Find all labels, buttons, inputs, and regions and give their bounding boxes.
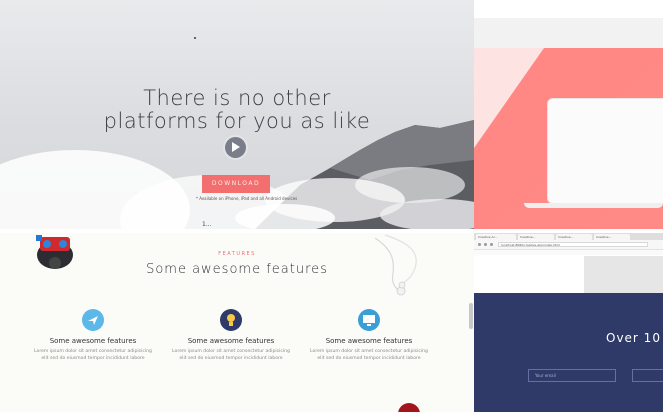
stats-heading: Over 10 bbox=[606, 331, 661, 345]
plane-icon bbox=[82, 309, 104, 331]
email-input[interactable]: Your email bbox=[528, 369, 616, 382]
hero-title-line-2: platforms for you as like bbox=[103, 109, 371, 133]
page-placeholder-block bbox=[584, 256, 663, 293]
feature-card: Some awesome features Lorem ipsum dolor … bbox=[28, 309, 158, 362]
browser-tab-bar: Creative Ar... Creative... Creative... C… bbox=[474, 233, 663, 240]
feature-title: Some awesome features bbox=[187, 337, 275, 345]
feature-title: Some awesome features bbox=[325, 337, 413, 345]
features-title: Some awesome features bbox=[146, 262, 328, 277]
decor-dot bbox=[194, 37, 196, 39]
play-icon bbox=[232, 142, 240, 152]
laptop-preview-panel bbox=[474, 0, 663, 229]
subscribe-button[interactable] bbox=[632, 369, 663, 382]
browser-preview-panel: Creative Ar... Creative... Creative... C… bbox=[474, 233, 663, 412]
scrollbar-thumb[interactable] bbox=[469, 303, 473, 329]
decor-product-image bbox=[398, 403, 420, 412]
feature-card: Some awesome features Lorem ipsum dolor … bbox=[166, 309, 296, 362]
laptop-screen bbox=[547, 98, 663, 204]
bulb-icon bbox=[220, 309, 242, 331]
feature-description: Lorem ipsum dolor sit amet consectetur a… bbox=[310, 349, 428, 361]
subscribe-section: Over 10 Your email bbox=[474, 293, 663, 412]
feature-title: Some awesome features bbox=[49, 337, 137, 345]
features-section: FEATURES Some awesome features Some awes… bbox=[0, 233, 474, 412]
hero-small-text: 1... bbox=[202, 221, 212, 228]
features-kicker: FEATURES bbox=[218, 251, 256, 257]
feature-description: Lorem ipsum dolor sit amet consectetur a… bbox=[172, 349, 290, 361]
play-video-button[interactable] bbox=[225, 137, 246, 158]
header-strip bbox=[474, 18, 663, 48]
coral-diagonal bbox=[474, 48, 544, 148]
back-icon[interactable] bbox=[478, 243, 481, 246]
address-bar[interactable]: localhost:8080/creative-app/index.html bbox=[498, 242, 648, 247]
laptop-base bbox=[524, 203, 663, 208]
bookmarks-bar bbox=[474, 250, 663, 255]
monitor-icon bbox=[358, 309, 380, 331]
reload-icon[interactable] bbox=[490, 243, 493, 246]
forward-icon[interactable] bbox=[484, 243, 487, 246]
feature-card: Some awesome features Lorem ipsum dolor … bbox=[304, 309, 434, 362]
browser-toolbar: localhost:8080/creative-app/index.html bbox=[474, 240, 663, 250]
availability-note: * Available on iPhone, iPad and all Andr… bbox=[196, 196, 298, 201]
feature-description: Lorem ipsum dolor sit amet consectetur a… bbox=[34, 349, 152, 361]
download-button[interactable]: DOWNLOAD bbox=[202, 175, 270, 193]
hero-title-line-1: There is no other bbox=[143, 86, 331, 110]
hero-section: There is no other platforms for you as l… bbox=[0, 0, 474, 229]
